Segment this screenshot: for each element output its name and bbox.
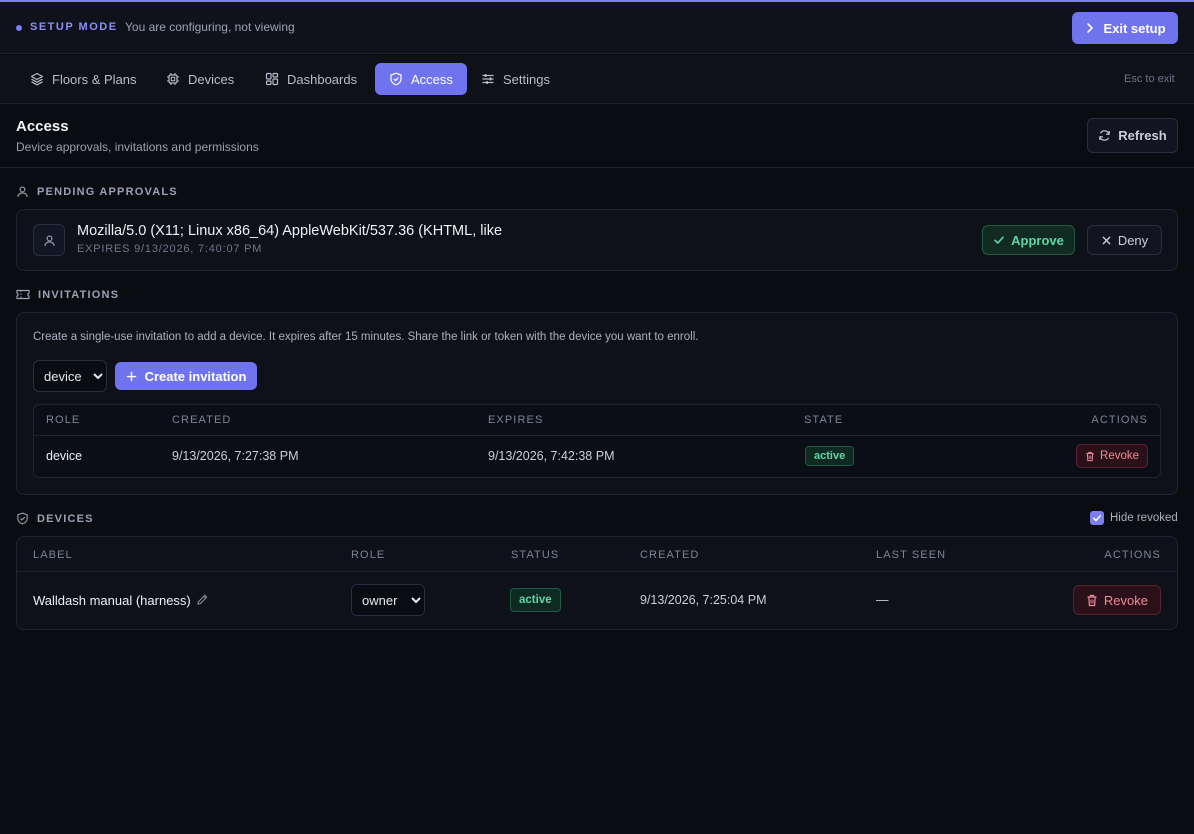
status-badge: active — [510, 588, 561, 612]
shield-icon — [390, 72, 402, 86]
exit-setup-button[interactable]: Exit setup — [1072, 12, 1178, 44]
tab-label: Dashboards — [287, 71, 358, 87]
tab-floors-plans[interactable]: Floors & Plans — [16, 63, 151, 95]
hide-revoked-label: Hide revoked — [1110, 512, 1178, 524]
device-last-seen: — — [876, 593, 889, 607]
section-title: DEVICES — [37, 512, 94, 525]
deny-button[interactable]: Deny — [1087, 225, 1162, 255]
column-header-actions: ACTIONS — [1091, 414, 1148, 426]
invitation-created: 9/13/2026, 7:27:38 PM — [172, 449, 299, 463]
ticket-icon — [16, 289, 30, 300]
revoke-device-button[interactable]: Revoke — [1072, 585, 1161, 615]
dashboard-grid-icon — [265, 72, 279, 86]
hide-revoked-checkbox[interactable] — [1090, 511, 1104, 525]
status-badge: active — [805, 446, 855, 466]
device-created: 9/13/2026, 7:25:04 PM — [640, 593, 767, 607]
approve-button[interactable]: Approve — [982, 225, 1075, 255]
device-avatar — [33, 224, 65, 256]
pending-expires: EXPIRES 9/13/2026, 7:40:07 PM — [77, 243, 263, 255]
invitations-description: Create a single-use invitation to add a … — [33, 331, 699, 343]
refresh-button[interactable]: Refresh — [1087, 118, 1178, 153]
section-nav: Floors & Plans Devices Dashboards Access… — [0, 55, 1194, 104]
invitation-role: device — [46, 449, 83, 463]
column-header-actions: ACTIONS — [1104, 549, 1161, 561]
close-icon — [1102, 236, 1111, 244]
exit-setup-label: Exit setup — [1103, 20, 1166, 36]
device-label: Walldash manual (harness) — [33, 593, 191, 608]
revoke-invitation-button[interactable]: Revoke — [1076, 444, 1148, 468]
user-icon — [17, 186, 28, 198]
tab-label: Settings — [503, 71, 550, 87]
invitations-card: Create a single-use invitation to add a … — [16, 312, 1178, 495]
tab-settings[interactable]: Settings — [467, 63, 564, 95]
column-header-role: ROLE — [351, 549, 386, 561]
tab-access[interactable]: Access — [375, 63, 467, 95]
invitations-heading: INVITATIONS — [16, 288, 119, 301]
tab-label: Floors & Plans — [52, 71, 137, 87]
column-header-created: CREATED — [640, 549, 700, 561]
approve-label: Approve — [1011, 232, 1064, 248]
column-header-expires: EXPIRES — [488, 414, 544, 426]
tab-dashboards[interactable]: Dashboards — [251, 63, 371, 95]
setup-mode-subtitle: You are configuring, not viewing — [125, 20, 295, 34]
revoke-label: Revoke — [1100, 450, 1139, 462]
shield-icon — [17, 512, 28, 525]
pending-user-agent: Mozilla/5.0 (X11; Linux x86_64) AppleWeb… — [77, 223, 503, 239]
setup-mode-label: SETUP MODE — [30, 21, 118, 33]
invitation-role-select[interactable]: device — [33, 360, 107, 392]
tab-devices[interactable]: Devices — [152, 63, 248, 95]
tab-label: Access — [411, 71, 453, 87]
devices-heading: DEVICES — [16, 512, 94, 525]
setup-status-dot — [16, 25, 22, 31]
column-header-status: STATUS — [511, 549, 560, 561]
check-icon — [1092, 515, 1102, 522]
sliders-icon — [482, 74, 494, 84]
refresh-icon — [1099, 130, 1111, 141]
page-subtitle: Device approvals, invitations and permis… — [16, 140, 259, 154]
plus-icon — [126, 371, 136, 381]
hide-revoked-toggle[interactable]: Hide revoked — [1090, 511, 1178, 525]
pencil-icon[interactable] — [196, 593, 209, 606]
trash-icon — [1086, 451, 1094, 461]
user-icon — [43, 234, 55, 246]
devices-table: LABEL ROLE STATUS CREATED LAST SEEN ACTI… — [16, 536, 1178, 630]
deny-label: Deny — [1117, 232, 1149, 248]
header-divider — [17, 571, 1177, 572]
header-divider — [0, 167, 1194, 168]
column-header-role: ROLE — [46, 414, 81, 426]
pending-approvals-heading: PENDING APPROVALS — [16, 185, 178, 198]
create-invitation-label: Create invitation — [144, 368, 247, 384]
setup-mode-bar: SETUP MODE You are configuring, not view… — [0, 2, 1194, 54]
tab-label: Devices — [188, 71, 235, 87]
device-role-select[interactable]: owner — [351, 584, 425, 616]
check-icon — [994, 236, 1004, 245]
layers-icon — [30, 72, 44, 86]
esc-hint: Esc to exit — [1124, 73, 1175, 85]
create-invitation-button[interactable]: Create invitation — [115, 362, 257, 390]
pending-approval-card: Mozilla/5.0 (X11; Linux x86_64) AppleWeb… — [16, 209, 1178, 271]
column-header-label: LABEL — [33, 549, 73, 561]
revoke-label: Revoke — [1103, 592, 1148, 608]
page-title: Access — [16, 118, 69, 135]
column-header-state: STATE — [804, 414, 844, 426]
chip-icon — [167, 73, 179, 85]
invitations-table: ROLE CREATED EXPIRES STATE ACTIONS devic… — [33, 404, 1161, 478]
chevron-right-icon — [1087, 23, 1094, 33]
trash-icon — [1087, 594, 1097, 606]
invitation-expires: 9/13/2026, 7:42:38 PM — [488, 449, 615, 463]
refresh-label: Refresh — [1118, 128, 1167, 143]
section-title: PENDING APPROVALS — [37, 185, 178, 198]
section-title: INVITATIONS — [38, 288, 120, 301]
column-header-last-seen: LAST SEEN — [876, 549, 947, 561]
header-divider — [34, 435, 1160, 436]
column-header-created: CREATED — [172, 414, 232, 426]
